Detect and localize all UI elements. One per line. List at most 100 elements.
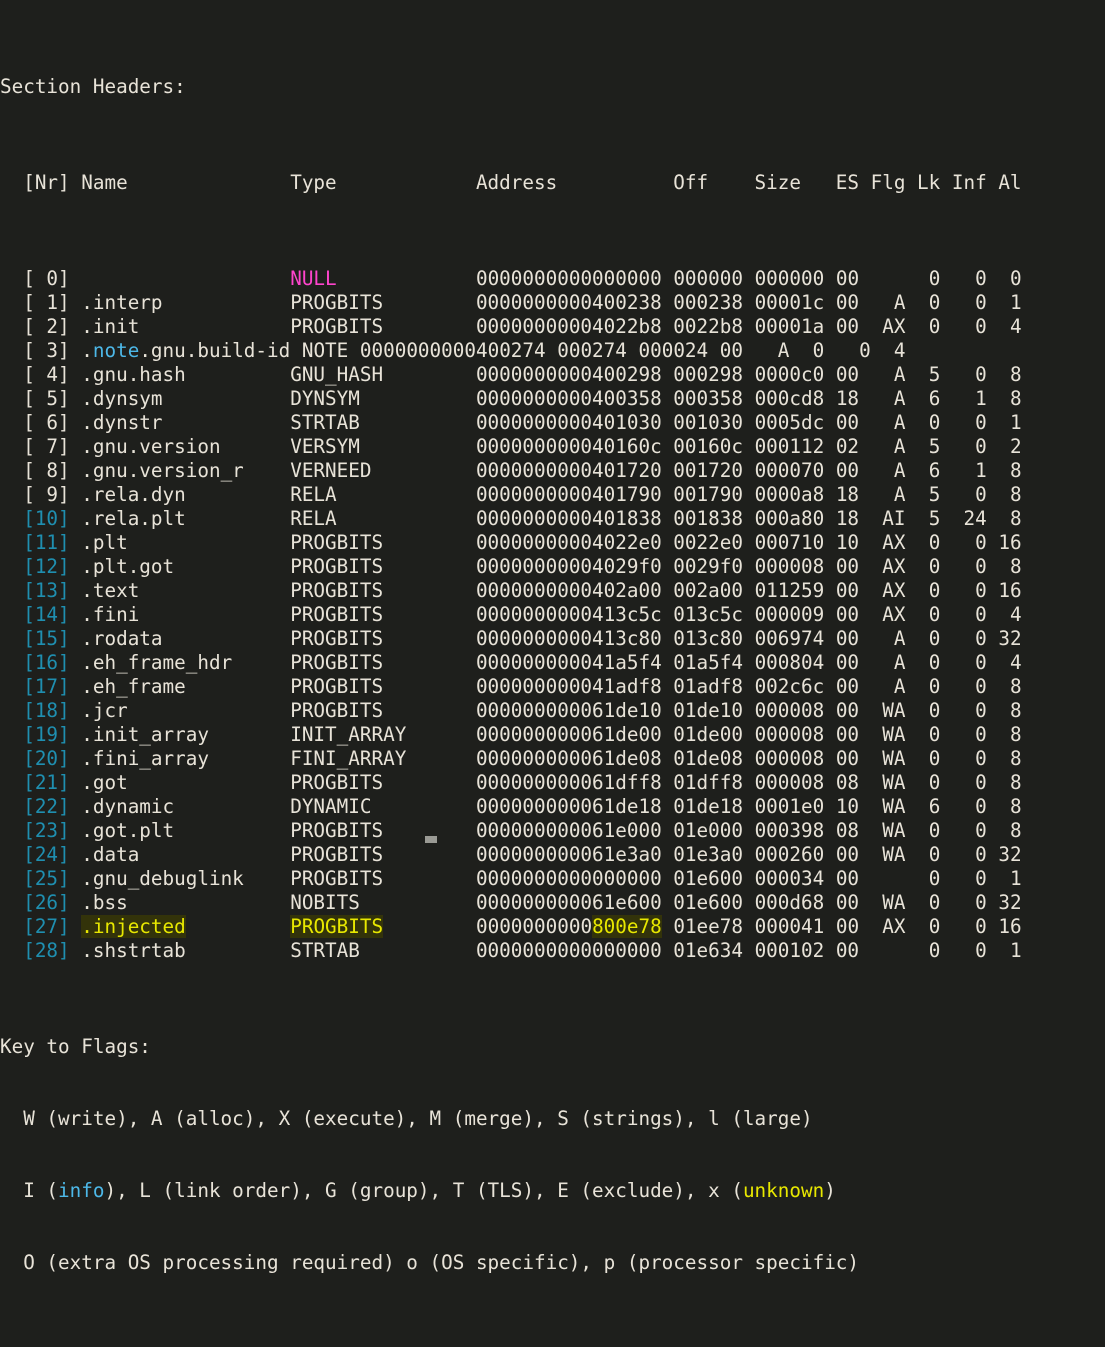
row-name: .dynamic	[81, 795, 291, 818]
row-index: [ 7]	[23, 435, 70, 458]
row-lk: 6	[917, 387, 941, 410]
row-lk: 0	[917, 579, 941, 602]
row-gap4	[824, 915, 836, 938]
row-type: PROGBITS	[290, 771, 476, 794]
row-gap2	[662, 939, 674, 962]
row-gap7	[940, 915, 952, 938]
row-off: 01e634	[673, 939, 743, 962]
table-row: [ 3] .note.gnu.build-id NOTE 00000000004…	[0, 339, 1105, 363]
row-gap7	[940, 891, 952, 914]
row-name: .shstrtab	[81, 939, 291, 962]
row-type: PROGBITS	[290, 699, 476, 722]
row-es: 08	[835, 819, 860, 842]
row-gap2	[662, 507, 674, 530]
row-type: PROGBITS	[290, 915, 384, 938]
row-inf: 0	[951, 651, 987, 674]
row-gap2	[662, 651, 674, 674]
row-size: 0001e0	[754, 795, 825, 818]
row-indent	[0, 387, 23, 410]
row-es: 00	[835, 363, 860, 386]
row-index: [ 0]	[23, 267, 70, 290]
row-flg: WA	[870, 723, 906, 746]
row-gap8	[987, 435, 999, 458]
row-gap5	[859, 483, 871, 506]
row-type: PROGBITS	[290, 603, 476, 626]
row-size: 000cd8	[754, 387, 825, 410]
row-gap2	[662, 411, 674, 434]
row-flg	[871, 939, 906, 962]
row-gap4	[824, 291, 836, 314]
row-flg: A	[754, 339, 790, 362]
row-gap2	[662, 291, 674, 314]
row-flg: AX	[870, 915, 906, 938]
row-al: 8	[998, 747, 1022, 770]
row-index: [28]	[23, 939, 70, 962]
row-address: 000000000061de08	[475, 747, 662, 770]
row-indent	[0, 891, 23, 914]
row-inf: 0	[951, 411, 987, 434]
row-lk: 0	[801, 339, 825, 362]
row-gap5	[743, 339, 755, 362]
row-al: 1	[998, 867, 1022, 890]
row-gap4	[824, 459, 836, 482]
table-row: [21] .got PROGBITS 000000000061dff8 01df…	[0, 771, 1105, 795]
row-off: 01ee78	[673, 915, 743, 938]
row-flg: A	[870, 411, 906, 434]
row-gap7	[940, 627, 952, 650]
table-row: [28] .shstrtab STRTAB 0000000000000000 0…	[0, 939, 1105, 963]
row-type: FINI_ARRAY	[290, 747, 476, 770]
row-inf: 0	[951, 603, 987, 626]
table-row: [26] .bss NOBITS 000000000061e600 01e600…	[0, 891, 1105, 915]
row-inf: 0	[951, 795, 987, 818]
row-gap2	[662, 531, 674, 554]
row-gap3	[743, 507, 755, 530]
row-address: 0000000000401030	[475, 411, 662, 434]
row-gap5	[859, 843, 871, 866]
row-name: .fini	[81, 603, 291, 626]
row-address: 000000000061dff8	[475, 771, 662, 794]
row-index: [20]	[23, 747, 70, 770]
row-gap7	[940, 363, 952, 386]
row-index: [ 8]	[23, 459, 70, 482]
row-name-pad	[186, 915, 290, 938]
row-gap	[70, 339, 82, 362]
row-inf: 0	[951, 579, 987, 602]
row-gap6	[905, 819, 917, 842]
row-indent	[0, 267, 23, 290]
table-row: [ 7] .gnu.version VERSYM 000000000040160…	[0, 435, 1105, 459]
row-gap8	[987, 411, 999, 434]
row-flg: A	[870, 483, 906, 506]
row-gap3	[743, 891, 755, 914]
row-gap3	[743, 795, 755, 818]
row-gap8	[987, 675, 999, 698]
row-gap3	[743, 843, 755, 866]
row-lk: 0	[917, 627, 941, 650]
row-gap4	[824, 603, 836, 626]
row-indent	[0, 555, 23, 578]
row-gap7	[940, 795, 952, 818]
row-gap5	[859, 915, 871, 938]
row-gap4	[824, 939, 836, 962]
row-name	[81, 267, 290, 290]
row-al: 8	[998, 459, 1022, 482]
row-address: 0000000000401790	[475, 483, 662, 506]
row-gap8	[871, 339, 883, 362]
row-index: [15]	[23, 627, 70, 650]
row-gap5	[859, 819, 871, 842]
row-type-pad	[383, 915, 476, 938]
row-flg: AX	[870, 315, 906, 338]
row-es: 00	[835, 843, 860, 866]
row-indent	[0, 867, 23, 890]
row-gap5	[859, 867, 871, 890]
row-flg: WA	[870, 699, 906, 722]
row-gap8	[987, 531, 999, 554]
row-index: [ 6]	[23, 411, 70, 434]
row-gap8	[987, 555, 999, 578]
row-address: 00000000004029f0	[475, 555, 662, 578]
row-indent	[0, 363, 23, 386]
row-size: 000070	[754, 459, 825, 482]
row-index: [21]	[23, 771, 70, 794]
row-gap	[70, 267, 82, 290]
row-address: 0000000000413c80	[475, 627, 662, 650]
row-name: .dynstr	[81, 411, 291, 434]
